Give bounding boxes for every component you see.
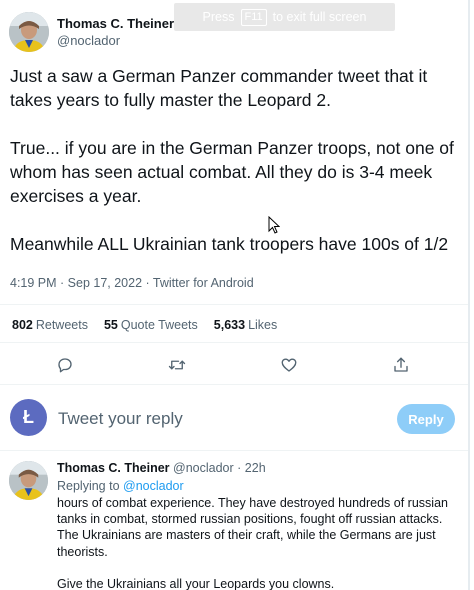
replying-to-prefix: Replying to bbox=[57, 479, 120, 493]
divider bbox=[0, 342, 468, 343]
mouse-cursor-icon bbox=[268, 216, 280, 234]
reply-button[interactable]: Reply bbox=[397, 404, 455, 434]
reply-author-handle[interactable]: @noclador bbox=[173, 461, 234, 475]
fullscreen-exit-toast: Press F11 to exit full screen bbox=[174, 3, 395, 31]
reply-author-name[interactable]: Thomas C. Theiner bbox=[57, 461, 170, 475]
quotes-label: Quote Tweets bbox=[120, 318, 198, 332]
reply-author-photo bbox=[9, 461, 48, 500]
author-photo bbox=[9, 12, 49, 52]
reply-paragraph: Give the Ukrainians all your Leopards yo… bbox=[57, 576, 335, 590]
reply-text: hours of combat experience. They have de… bbox=[57, 495, 462, 590]
composer-avatar[interactable]: Ł bbox=[10, 399, 47, 436]
likes-count: 5,633 bbox=[213, 318, 246, 332]
toast-text-before: Press bbox=[202, 10, 235, 24]
retweet-icon[interactable] bbox=[166, 354, 188, 376]
retweets-stat[interactable]: 802 Retweets bbox=[12, 318, 88, 332]
like-icon[interactable] bbox=[278, 354, 300, 376]
tweet-paragraph: True... if you are in the German Panzer … bbox=[10, 138, 454, 206]
reply-author-avatar[interactable] bbox=[9, 461, 48, 500]
quotes-count: 55 bbox=[103, 318, 118, 332]
replying-to-link[interactable]: @noclador bbox=[123, 479, 184, 493]
retweets-count: 802 bbox=[12, 318, 33, 332]
reply-header: Thomas C. Theiner @noclador · 22h bbox=[57, 461, 266, 475]
toast-key: F11 bbox=[240, 8, 267, 26]
window-edge bbox=[468, 0, 470, 590]
divider bbox=[0, 304, 468, 305]
tweet-detail-page: Thomas C. Theiner @noclador Just a saw a… bbox=[0, 0, 474, 590]
likes-stat[interactable]: 5,633 Likes bbox=[214, 318, 277, 332]
quotes-stat[interactable]: 55 Quote Tweets bbox=[104, 318, 198, 332]
tweet-actions bbox=[0, 350, 468, 380]
author-name[interactable]: Thomas C. Theiner bbox=[57, 16, 174, 31]
tweet-text: Just a saw a German Panzer commander twe… bbox=[10, 64, 460, 256]
likes-label: Likes bbox=[248, 318, 278, 332]
reply-paragraph: hours of combat experience. They have de… bbox=[57, 496, 448, 559]
author-avatar[interactable] bbox=[9, 12, 49, 52]
replying-to: Replying to @noclador bbox=[57, 479, 184, 493]
divider bbox=[0, 384, 468, 385]
divider bbox=[0, 450, 468, 451]
reply-timestamp[interactable]: 22h bbox=[245, 461, 266, 475]
tweet-meta: 4:19 PM · Sep 17, 2022 · Twitter for And… bbox=[10, 276, 254, 290]
tweet-paragraph: Just a saw a German Panzer commander twe… bbox=[10, 66, 428, 110]
retweets-label: Retweets bbox=[35, 318, 88, 332]
tweet-stats: 802 Retweets 55 Quote Tweets 5,633 Likes bbox=[12, 318, 277, 332]
tweet-paragraph: Meanwhile ALL Ukrainian tank troopers ha… bbox=[10, 234, 449, 254]
composer-avatar-letter: Ł bbox=[23, 407, 34, 427]
author-handle[interactable]: @noclador bbox=[57, 33, 120, 48]
toast-text-after: to exit full screen bbox=[272, 10, 367, 24]
share-icon[interactable] bbox=[390, 354, 412, 376]
reply-input[interactable] bbox=[58, 406, 278, 432]
reply-separator: · bbox=[237, 461, 242, 475]
reply-icon[interactable] bbox=[54, 354, 76, 376]
